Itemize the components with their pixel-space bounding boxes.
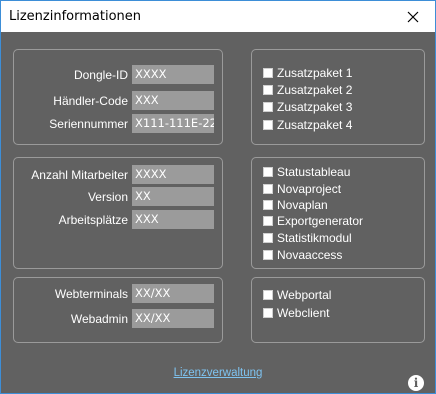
- checkbox-label: Zusatzpaket 1: [277, 66, 353, 80]
- module-checkbox-statistikmodul[interactable]: Statistikmodul: [263, 231, 352, 245]
- workstations-field: XXX: [132, 210, 214, 229]
- checkbox-label: Novaproject: [277, 182, 342, 196]
- checkbox-box[interactable]: [263, 85, 273, 95]
- window-title: Lizenzinformationen: [9, 9, 142, 24]
- serial-number-label: Seriennummer: [49, 117, 128, 131]
- checkbox-box[interactable]: [263, 167, 273, 177]
- license-management-link[interactable]: Lizenzverwaltung: [1, 367, 435, 379]
- module-checkbox-statustableau[interactable]: Statustableau: [263, 165, 350, 179]
- webclient-checkbox[interactable]: Webclient: [263, 306, 329, 320]
- module-checkbox-novaplan[interactable]: Novaplan: [263, 198, 328, 212]
- addon-checkbox-1[interactable]: Zusatzpaket 1: [263, 66, 352, 80]
- checkbox-label: Statistikmodul: [277, 231, 352, 245]
- checkbox-label: Novaaccess: [277, 248, 343, 262]
- module-checkbox-novaaccess[interactable]: Novaaccess: [263, 248, 342, 262]
- checkbox-box[interactable]: [263, 120, 273, 130]
- employees-field: XXXX: [132, 165, 214, 184]
- checkbox-box[interactable]: [263, 200, 273, 210]
- dongle-id-label: Dongle-ID: [73, 68, 128, 82]
- checkbox-label: Exportgenerator: [277, 214, 364, 228]
- webterminals-field: XX/XX: [132, 284, 214, 303]
- close-icon: [407, 11, 419, 22]
- dongle-id-field: XXXX: [132, 65, 214, 84]
- version-label: Version: [87, 190, 128, 204]
- checkbox-label: Novaplan: [277, 198, 328, 212]
- addon-checkbox-3[interactable]: Zusatzpaket 3: [263, 100, 352, 114]
- checkbox-box[interactable]: [263, 290, 273, 300]
- license-dialog: Lizenzinformationen Dongle-ID XXXX Händl…: [0, 0, 436, 394]
- webterminals-label: Webterminals: [54, 287, 128, 301]
- checkbox-box[interactable]: [263, 250, 273, 260]
- employees-label: Anzahl Mitarbeiter: [31, 168, 128, 182]
- dialog-body: Dongle-ID XXXX Händler-Code XXX Seriennu…: [1, 32, 435, 393]
- checkbox-label: Statustableau: [277, 165, 351, 179]
- checkbox-box[interactable]: [263, 184, 273, 194]
- checkbox-box[interactable]: [263, 68, 273, 78]
- version-field: XX: [132, 187, 214, 206]
- addon-checkbox-4[interactable]: Zusatzpaket 4: [263, 118, 352, 132]
- webadmin-field: XX/XX: [132, 309, 214, 328]
- checkbox-label: Webportal: [277, 288, 332, 302]
- checkbox-box[interactable]: [263, 308, 273, 318]
- webportal-checkbox[interactable]: Webportal: [263, 288, 331, 302]
- dealer-code-field: XXX: [132, 91, 214, 110]
- addon-checkbox-2[interactable]: Zusatzpaket 2: [263, 83, 352, 97]
- module-checkbox-exportgenerator[interactable]: Exportgenerator: [263, 214, 363, 228]
- module-checkbox-novaproject[interactable]: Novaproject: [263, 182, 341, 196]
- webadmin-label: Webadmin: [70, 312, 128, 326]
- checkbox-box[interactable]: [263, 216, 273, 226]
- dealer-code-label: Händler-Code: [53, 94, 128, 108]
- checkbox-label: Webclient: [277, 306, 330, 320]
- checkbox-box[interactable]: [263, 233, 273, 243]
- checkbox-label: Zusatzpaket 3: [277, 100, 353, 114]
- close-button[interactable]: [391, 1, 435, 32]
- serial-number-field: X111-111E-2222-11: [132, 114, 214, 133]
- checkbox-label: Zusatzpaket 2: [277, 83, 353, 97]
- checkbox-label: Zusatzpaket 4: [277, 118, 353, 132]
- checkbox-box[interactable]: [263, 102, 273, 112]
- title-bar: Lizenzinformationen: [1, 1, 435, 32]
- workstations-label: Arbeitsplätze: [58, 213, 128, 227]
- info-icon[interactable]: i: [408, 375, 424, 391]
